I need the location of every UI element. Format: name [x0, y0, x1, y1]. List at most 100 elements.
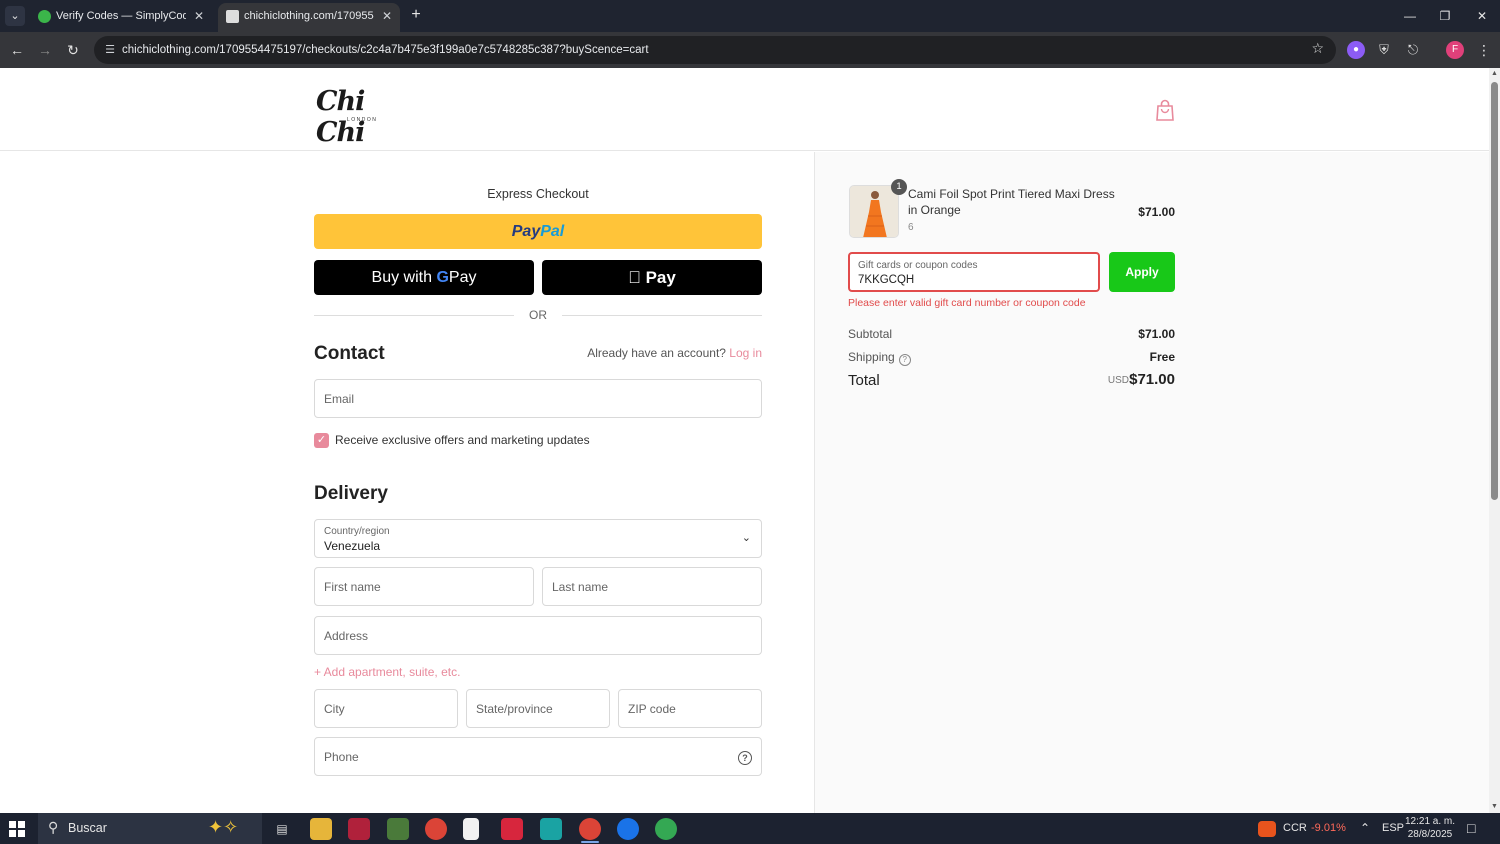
- capcut-icon[interactable]: [540, 818, 562, 840]
- shopping-bag-icon[interactable]: [1155, 99, 1175, 121]
- app-red-icon[interactable]: [348, 818, 370, 840]
- browser-menu-icon[interactable]: ⋮: [1474, 40, 1494, 60]
- total-currency: USD: [1107, 375, 1129, 386]
- back-arrow-icon[interactable]: ←: [7, 40, 27, 60]
- extensions-puzzle-icon[interactable]: ⎋: [1404, 41, 1422, 59]
- country-value: Venezuela: [324, 539, 381, 553]
- chrome-icon[interactable]: [425, 818, 447, 840]
- browser-tab-bar: ⌄ Verify Codes — SimplyCodes ✕ chichiclo…: [0, 0, 1500, 32]
- browser-toolbar: ← → ↻ ☰ chichiclothing.com/1709554475197…: [0, 32, 1500, 68]
- notifications-icon[interactable]: □: [1467, 813, 1475, 844]
- close-window-icon[interactable]: ✕: [1470, 6, 1494, 26]
- total-value: $71.00: [1129, 371, 1175, 388]
- stock-ticker-symbol[interactable]: CCR: [1283, 813, 1307, 844]
- chichi-logo[interactable]: Chi Chi LONDON: [316, 86, 412, 148]
- scroll-up-arrow-icon[interactable]: ▲: [1489, 68, 1500, 80]
- taskbar-clock[interactable]: 12:21 a. m. 28/8/2025: [1404, 815, 1456, 841]
- phone-placeholder: Phone: [324, 750, 359, 764]
- marketing-checkbox[interactable]: ✓: [314, 433, 329, 448]
- chrome-profile-3-icon[interactable]: [655, 818, 677, 840]
- google-pay-button[interactable]: Buy with GPay: [314, 260, 534, 295]
- forward-arrow-icon[interactable]: →: [35, 40, 55, 60]
- search-placeholder: Buscar: [68, 821, 107, 835]
- orange-dress-image: [850, 186, 898, 237]
- product-thumbnail: [849, 185, 899, 238]
- tab-simplycodes[interactable]: Verify Codes — SimplyCodes ✕: [30, 3, 212, 32]
- help-question-icon[interactable]: ?: [738, 751, 752, 765]
- gpay-prefix: Buy with: [371, 269, 432, 286]
- have-account-text: Already have an account?: [587, 346, 726, 360]
- order-summary-column: 1 Cami Foil Spot Print Tiered Maxi Dress…: [814, 152, 1489, 813]
- or-divider: OR: [314, 307, 762, 323]
- chrome-profile-2-icon[interactable]: [617, 818, 639, 840]
- scrollbar-thumb[interactable]: [1491, 82, 1498, 500]
- chichi-favicon-icon: [226, 10, 239, 23]
- address-placeholder: Address: [324, 629, 369, 643]
- windows-taskbar: ⚲ Buscar ✦✧ ▤ CCR -9.01% ⌃ ESP 12:21 a. …: [0, 813, 1500, 844]
- reload-icon[interactable]: ↻: [63, 40, 83, 60]
- file-explorer-icon[interactable]: [310, 818, 332, 840]
- notepad-icon[interactable]: [463, 818, 479, 840]
- scroll-down-arrow-icon[interactable]: ▼: [1489, 801, 1500, 813]
- email-field[interactable]: Email: [314, 379, 762, 418]
- site-header: Chi Chi LONDON: [0, 68, 1489, 151]
- checkout-page: Chi Chi LONDON Express Checkout PayPal B…: [0, 68, 1489, 813]
- subtotal-row: Subtotal $71.00: [848, 327, 1175, 345]
- task-view-icon[interactable]: ▤: [271, 818, 293, 840]
- login-prompt: Already have an account? Log in: [540, 346, 762, 360]
- shipping-info-icon[interactable]: ?: [898, 354, 911, 366]
- close-tab-icon[interactable]: ✕: [382, 3, 392, 30]
- windows-start-icon[interactable]: [9, 821, 25, 837]
- tray-chevron-up-icon[interactable]: ⌃: [1360, 813, 1370, 844]
- login-link[interactable]: Log in: [729, 346, 762, 360]
- gpay-suffix: Pay: [448, 269, 477, 286]
- first-name-field[interactable]: First name: [314, 567, 534, 606]
- state-field[interactable]: State/province: [466, 689, 610, 728]
- tab-title: chichiclothing.com/17095544751: [244, 10, 374, 22]
- page-scrollbar[interactable]: ▲ ▼: [1489, 68, 1500, 813]
- app-green-icon[interactable]: [387, 818, 409, 840]
- site-info-icon[interactable]: ☰: [103, 43, 117, 57]
- coupon-code-field[interactable]: Gift cards or coupon codes 7KKGCQH: [848, 252, 1100, 292]
- coupon-value[interactable]: 7KKGCQH: [858, 274, 914, 286]
- add-apartment-link[interactable]: + Add apartment, suite, etc.: [314, 665, 460, 679]
- tab-list-chevron-icon[interactable]: ⌄: [5, 6, 25, 26]
- url-text[interactable]: chichiclothing.com/1709554475197/checkou…: [122, 36, 649, 64]
- profile-avatar[interactable]: F: [1446, 41, 1464, 59]
- new-tab-plus-icon[interactable]: +: [406, 5, 426, 25]
- restore-icon[interactable]: ❐: [1433, 6, 1457, 26]
- tab-chichi-checkout[interactable]: chichiclothing.com/17095544751 ✕: [218, 3, 400, 32]
- bookmark-star-icon[interactable]: ☆: [1311, 40, 1324, 57]
- chrome-profile-1-icon[interactable]: [579, 818, 601, 840]
- phone-field[interactable]: Phone ?: [314, 737, 762, 776]
- address-bar[interactable]: ☰ chichiclothing.com/1709554475197/check…: [94, 36, 1336, 64]
- last-name-field[interactable]: Last name: [542, 567, 762, 606]
- taskbar-search[interactable]: ⚲ Buscar ✦✧: [38, 813, 262, 844]
- clock-date: 28/8/2025: [1407, 829, 1453, 840]
- zip-field[interactable]: ZIP code: [618, 689, 762, 728]
- country-select[interactable]: Country/region Venezuela ⌄: [314, 519, 762, 558]
- apple-pay-button[interactable]:  Pay: [542, 260, 762, 295]
- apple-pay-label: Pay: [636, 268, 676, 287]
- extension-purple-icon[interactable]: ●: [1347, 41, 1365, 59]
- paypal-button[interactable]: PayPal: [314, 214, 762, 249]
- minimize-icon[interactable]: —: [1398, 6, 1422, 26]
- search-icon: ⚲: [48, 819, 59, 835]
- extension-shield-icon[interactable]: ⛨: [1375, 41, 1393, 59]
- total-row: Total USD $71.00: [848, 370, 1175, 392]
- stock-ticker-change[interactable]: -9.01%: [1311, 813, 1346, 844]
- paypal-label-pal: Pal: [540, 223, 565, 240]
- coupon-label: Gift cards or coupon codes: [858, 260, 978, 271]
- wps-office-icon[interactable]: [501, 818, 523, 840]
- simplycodes-favicon-icon: [38, 10, 51, 23]
- address-field[interactable]: Address: [314, 616, 762, 655]
- city-field[interactable]: City: [314, 689, 458, 728]
- sparkle-icon: ✦✧: [208, 817, 239, 837]
- close-tab-icon[interactable]: ✕: [194, 3, 204, 30]
- language-indicator[interactable]: ESP: [1382, 813, 1404, 844]
- country-label: Country/region: [324, 526, 390, 537]
- marketing-checkbox-label[interactable]: Receive exclusive offers and marketing u…: [335, 433, 590, 447]
- apply-coupon-button[interactable]: Apply: [1109, 252, 1175, 292]
- chevron-down-icon: ⌄: [741, 532, 751, 544]
- first-name-placeholder: First name: [324, 580, 381, 594]
